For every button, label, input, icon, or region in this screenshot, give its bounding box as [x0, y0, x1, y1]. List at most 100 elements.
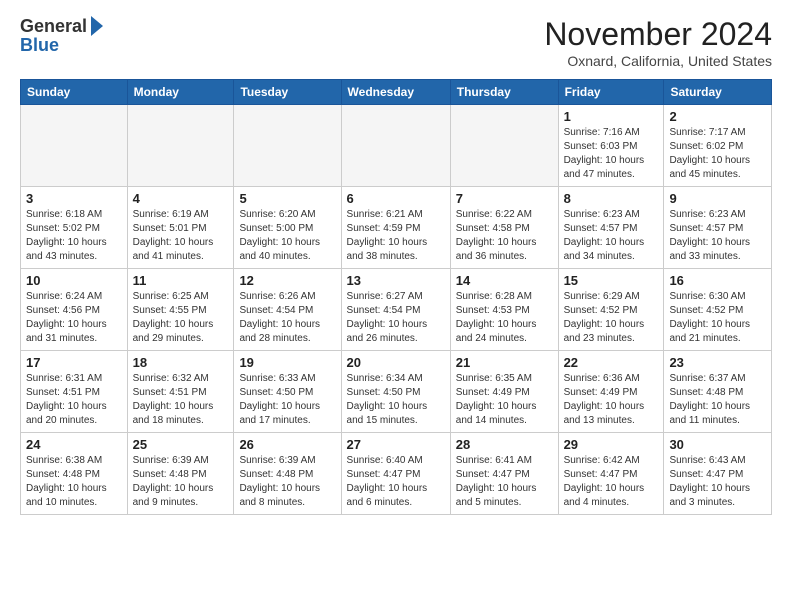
day-number: 3: [26, 191, 122, 206]
week-row-0: 1 Sunrise: 7:16 AM Sunset: 6:03 PM Daylig…: [21, 105, 772, 187]
calendar-cell-w2d1: 11Sunrise: 6:25 AM Sunset: 4:55 PM Dayli…: [127, 269, 234, 351]
day-info: Sunrise: 7:17 AM Sunset: 6:02 PM Dayligh…: [669, 126, 766, 182]
calendar-cell-w0d4: [450, 105, 558, 187]
calendar-cell-w1d3: 6 Sunrise: 6:21 AM Sunset: 4:59 PM Daylig…: [341, 187, 450, 269]
calendar: SundayMondayTuesdayWednesdayThursdayFrid…: [20, 79, 772, 515]
weekday-header-thursday: Thursday: [450, 80, 558, 105]
calendar-cell-w1d6: 9 Sunrise: 6:23 AM Sunset: 4:57 PM Daylig…: [664, 187, 772, 269]
day-number: 4: [133, 191, 229, 206]
day-number: 11: [133, 273, 229, 288]
logo-arrow-icon: [91, 16, 103, 36]
day-number: 14: [456, 273, 553, 288]
day-info: Sunrise: 6:41 AM Sunset: 4:47 PM Dayligh…: [456, 454, 553, 510]
day-number: 30: [669, 437, 766, 452]
main-title: November 2024: [544, 16, 772, 53]
week-row-1: 3Sunrise: 6:18 AM Sunset: 5:02 PM Daylig…: [21, 187, 772, 269]
day-number: 22: [564, 355, 659, 370]
weekday-header-sunday: Sunday: [21, 80, 128, 105]
subtitle: Oxnard, California, United States: [544, 53, 772, 69]
day-number: 2: [669, 109, 766, 124]
calendar-cell-w2d4: 14 Sunrise: 6:28 AM Sunset: 4:53 PM Dayli…: [450, 269, 558, 351]
calendar-cell-w0d0: [21, 105, 128, 187]
calendar-cell-w3d5: 22Sunrise: 6:36 AM Sunset: 4:49 PM Dayli…: [558, 351, 664, 433]
day-info: Sunrise: 6:34 AM Sunset: 4:50 PM Dayligh…: [347, 372, 445, 428]
day-info: Sunrise: 6:29 AM Sunset: 4:52 PM Dayligh…: [564, 290, 659, 346]
day-number: 23: [669, 355, 766, 370]
day-info: Sunrise: 6:26 AM Sunset: 4:54 PM Dayligh…: [239, 290, 335, 346]
day-number: 19: [239, 355, 335, 370]
day-number: 27: [347, 437, 445, 452]
day-info: Sunrise: 7:16 AM Sunset: 6:03 PM Dayligh…: [564, 126, 659, 182]
weekday-header-friday: Friday: [558, 80, 664, 105]
calendar-cell-w3d2: 19 Sunrise: 6:33 AM Sunset: 4:50 PM Dayli…: [234, 351, 341, 433]
day-info: Sunrise: 6:33 AM Sunset: 4:50 PM Dayligh…: [239, 372, 335, 428]
calendar-cell-w2d3: 13Sunrise: 6:27 AM Sunset: 4:54 PM Dayli…: [341, 269, 450, 351]
weekday-header-tuesday: Tuesday: [234, 80, 341, 105]
calendar-cell-w4d1: 25Sunrise: 6:39 AM Sunset: 4:48 PM Dayli…: [127, 433, 234, 515]
calendar-cell-w0d2: [234, 105, 341, 187]
day-number: 17: [26, 355, 122, 370]
day-info: Sunrise: 6:27 AM Sunset: 4:54 PM Dayligh…: [347, 290, 445, 346]
calendar-cell-w4d2: 26 Sunrise: 6:39 AM Sunset: 4:48 PM Dayli…: [234, 433, 341, 515]
day-info: Sunrise: 6:32 AM Sunset: 4:51 PM Dayligh…: [133, 372, 229, 428]
day-number: 29: [564, 437, 659, 452]
day-number: 25: [133, 437, 229, 452]
calendar-cell-w1d0: 3Sunrise: 6:18 AM Sunset: 5:02 PM Daylig…: [21, 187, 128, 269]
day-number: 18: [133, 355, 229, 370]
day-number: 6: [347, 191, 445, 206]
day-info: Sunrise: 6:39 AM Sunset: 4:48 PM Dayligh…: [239, 454, 335, 510]
calendar-cell-w4d0: 24 Sunrise: 6:38 AM Sunset: 4:48 PM Dayli…: [21, 433, 128, 515]
day-info: Sunrise: 6:30 AM Sunset: 4:52 PM Dayligh…: [669, 290, 766, 346]
calendar-cell-w4d4: 28 Sunrise: 6:41 AM Sunset: 4:47 PM Dayli…: [450, 433, 558, 515]
calendar-cell-w3d6: 23 Sunrise: 6:37 AM Sunset: 4:48 PM Dayli…: [664, 351, 772, 433]
calendar-cell-w2d6: 16Sunrise: 6:30 AM Sunset: 4:52 PM Dayli…: [664, 269, 772, 351]
day-info: Sunrise: 6:43 AM Sunset: 4:47 PM Dayligh…: [669, 454, 766, 510]
day-info: Sunrise: 6:20 AM Sunset: 5:00 PM Dayligh…: [239, 208, 335, 264]
day-info: Sunrise: 6:42 AM Sunset: 4:47 PM Dayligh…: [564, 454, 659, 510]
week-row-2: 10 Sunrise: 6:24 AM Sunset: 4:56 PM Dayli…: [21, 269, 772, 351]
day-number: 21: [456, 355, 553, 370]
calendar-cell-w0d5: 1 Sunrise: 7:16 AM Sunset: 6:03 PM Daylig…: [558, 105, 664, 187]
weekday-header-saturday: Saturday: [664, 80, 772, 105]
day-info: Sunrise: 6:38 AM Sunset: 4:48 PM Dayligh…: [26, 454, 122, 510]
day-info: Sunrise: 6:35 AM Sunset: 4:49 PM Dayligh…: [456, 372, 553, 428]
day-number: 10: [26, 273, 122, 288]
day-info: Sunrise: 6:23 AM Sunset: 4:57 PM Dayligh…: [669, 208, 766, 264]
day-info: Sunrise: 6:31 AM Sunset: 4:51 PM Dayligh…: [26, 372, 122, 428]
calendar-cell-w3d0: 17 Sunrise: 6:31 AM Sunset: 4:51 PM Dayli…: [21, 351, 128, 433]
title-section: November 2024 Oxnard, California, United…: [544, 16, 772, 69]
day-info: Sunrise: 6:37 AM Sunset: 4:48 PM Dayligh…: [669, 372, 766, 428]
calendar-cell-w3d1: 18 Sunrise: 6:32 AM Sunset: 4:51 PM Dayli…: [127, 351, 234, 433]
day-info: Sunrise: 6:24 AM Sunset: 4:56 PM Dayligh…: [26, 290, 122, 346]
day-number: 24: [26, 437, 122, 452]
calendar-cell-w3d3: 20 Sunrise: 6:34 AM Sunset: 4:50 PM Dayli…: [341, 351, 450, 433]
day-info: Sunrise: 6:40 AM Sunset: 4:47 PM Dayligh…: [347, 454, 445, 510]
weekday-header-monday: Monday: [127, 80, 234, 105]
calendar-cell-w2d2: 12Sunrise: 6:26 AM Sunset: 4:54 PM Dayli…: [234, 269, 341, 351]
page: General Blue November 2024 Oxnard, Calif…: [0, 0, 792, 612]
logo-blue-text: Blue: [20, 35, 59, 56]
header: General Blue November 2024 Oxnard, Calif…: [20, 16, 772, 69]
calendar-cell-w1d1: 4 Sunrise: 6:19 AM Sunset: 5:01 PM Daylig…: [127, 187, 234, 269]
calendar-cell-w1d5: 8Sunrise: 6:23 AM Sunset: 4:57 PM Daylig…: [558, 187, 664, 269]
day-number: 1: [564, 109, 659, 124]
calendar-cell-w4d3: 27 Sunrise: 6:40 AM Sunset: 4:47 PM Dayli…: [341, 433, 450, 515]
calendar-cell-w1d4: 7 Sunrise: 6:22 AM Sunset: 4:58 PM Daylig…: [450, 187, 558, 269]
week-row-4: 24 Sunrise: 6:38 AM Sunset: 4:48 PM Dayli…: [21, 433, 772, 515]
day-info: Sunrise: 6:28 AM Sunset: 4:53 PM Dayligh…: [456, 290, 553, 346]
day-info: Sunrise: 6:22 AM Sunset: 4:58 PM Dayligh…: [456, 208, 553, 264]
weekday-header-wednesday: Wednesday: [341, 80, 450, 105]
day-number: 26: [239, 437, 335, 452]
day-info: Sunrise: 6:19 AM Sunset: 5:01 PM Dayligh…: [133, 208, 229, 264]
day-number: 5: [239, 191, 335, 206]
day-number: 7: [456, 191, 553, 206]
calendar-cell-w0d1: [127, 105, 234, 187]
day-info: Sunrise: 6:23 AM Sunset: 4:57 PM Dayligh…: [564, 208, 659, 264]
calendar-cell-w1d2: 5 Sunrise: 6:20 AM Sunset: 5:00 PM Daylig…: [234, 187, 341, 269]
week-row-3: 17 Sunrise: 6:31 AM Sunset: 4:51 PM Dayli…: [21, 351, 772, 433]
weekday-header-row: SundayMondayTuesdayWednesdayThursdayFrid…: [21, 80, 772, 105]
day-info: Sunrise: 6:21 AM Sunset: 4:59 PM Dayligh…: [347, 208, 445, 264]
day-number: 9: [669, 191, 766, 206]
day-number: 20: [347, 355, 445, 370]
day-number: 28: [456, 437, 553, 452]
